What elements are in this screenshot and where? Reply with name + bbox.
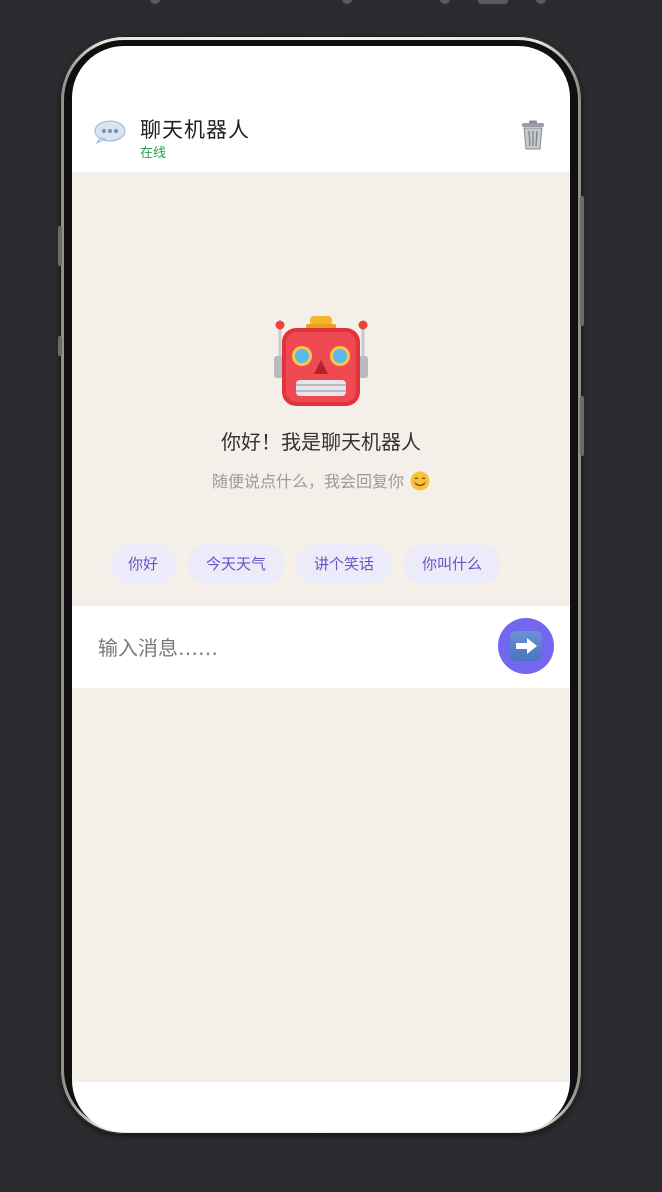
battery-icon — [478, 0, 508, 4]
robot-icon — [274, 316, 368, 406]
welcome-greeting: 你好！我是聊天机器人 — [221, 430, 421, 454]
send-button[interactable] — [498, 618, 554, 674]
speech-bubble-icon — [94, 120, 126, 144]
status-dot-icon — [536, 0, 546, 4]
phone-frame: 聊天机器人 在线 你好！我是聊天机器人 随便说点什么，我会回复你 你好 今天天气… — [58, 36, 584, 1134]
top-status-ghost — [0, 0, 662, 12]
quick-reply-hello[interactable]: 你好 — [110, 544, 177, 584]
chat-content: 你好！我是聊天机器人 随便说点什么，我会回复你 你好 今天天气 讲个笑话 你叫什… — [72, 172, 570, 1082]
power-button — [580, 196, 584, 326]
volume-down-button — [580, 396, 584, 456]
right-arrow-icon — [516, 638, 537, 654]
welcome-subtitle-line: 随便说点什么，我会回复你 — [72, 468, 570, 492]
smile-icon — [410, 471, 430, 491]
quick-reply-joke[interactable]: 讲个笑话 — [296, 544, 393, 584]
message-input[interactable] — [96, 626, 480, 670]
side-button — [58, 336, 62, 356]
welcome-subtitle: 随便说点什么，我会回复你 — [211, 472, 404, 491]
trash-icon[interactable] — [520, 120, 546, 150]
status-dot-icon — [440, 0, 450, 4]
online-status: 在线 — [140, 146, 167, 161]
chat-title: 聊天机器人 — [140, 118, 250, 142]
phone-screen: 聊天机器人 在线 你好！我是聊天机器人 随便说点什么，我会回复你 你好 今天天气… — [72, 46, 570, 1132]
status-dot-icon — [150, 0, 160, 4]
composer-bar — [72, 606, 570, 688]
quick-reply-weather[interactable]: 今天天气 — [188, 544, 285, 584]
volume-up-button — [58, 226, 62, 266]
quick-reply-name[interactable]: 你叫什么 — [404, 544, 501, 584]
stage: 聊天机器人 在线 你好！我是聊天机器人 随便说点什么，我会回复你 你好 今天天气… — [0, 0, 662, 1192]
chat-header: 聊天机器人 在线 — [72, 106, 570, 172]
send-arrow-tile — [510, 631, 542, 661]
status-dot-icon — [342, 0, 352, 4]
quick-replies: 你好 今天天气 讲个笑话 你叫什么 — [110, 544, 501, 584]
